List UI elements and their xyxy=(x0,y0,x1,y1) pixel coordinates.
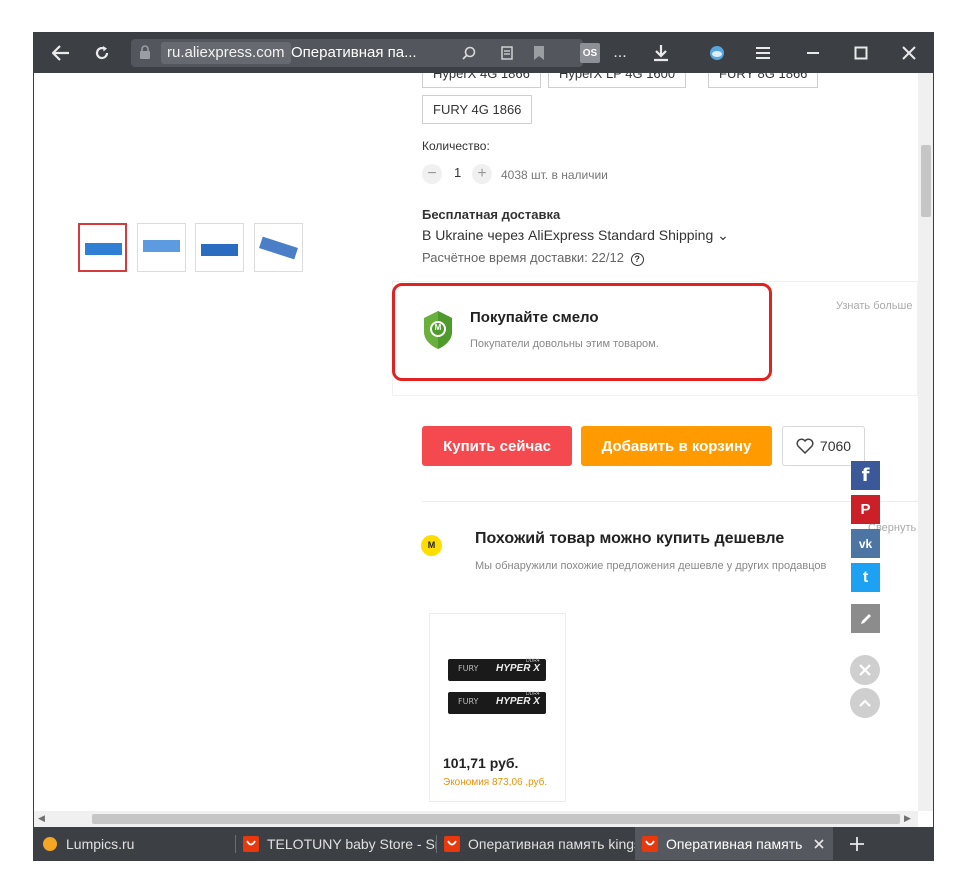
option-hyperx-4g-1866[interactable]: HyperX 4G 1866 xyxy=(422,73,541,88)
buy-now-button[interactable]: Купить сейчас xyxy=(422,426,572,466)
wishlist-button[interactable]: 7060 xyxy=(782,426,865,466)
tab-kingston-1[interactable]: Оперативная память kings xyxy=(437,827,635,860)
tab-bar: Lumpics.ru TELOTUNY baby Store - Sm Опер… xyxy=(34,827,933,860)
reload-icon[interactable] xyxy=(89,33,115,73)
tab-label: Lumpics.ru xyxy=(66,836,135,852)
thumbnail-4[interactable] xyxy=(254,223,303,272)
tab-label: TELOTUNY baby Store - Sm xyxy=(267,836,437,852)
menu-icon[interactable] xyxy=(750,33,776,73)
plus-icon xyxy=(850,837,864,851)
address-bar[interactable]: ru.aliexpress.com Оперативная па... xyxy=(131,39,583,67)
stock-text: 4038 шт. в наличии xyxy=(501,168,608,182)
new-tab-button[interactable] xyxy=(842,827,872,860)
close-tab-icon[interactable] xyxy=(814,839,824,849)
cheaper-badge-icon: M xyxy=(421,535,442,556)
minimize-icon[interactable] xyxy=(800,33,826,73)
tab-lumpics[interactable]: Lumpics.ru xyxy=(34,827,236,860)
thumbnail-2[interactable] xyxy=(137,223,186,272)
lumpics-favicon-icon xyxy=(43,837,57,851)
heart-icon xyxy=(796,438,814,454)
tab-label: Оперативная память kir xyxy=(666,836,806,852)
tab-telotuny[interactable]: TELOTUNY baby Store - Sm xyxy=(236,827,437,860)
twitter-share-icon[interactable]: t xyxy=(851,563,880,592)
maximize-icon[interactable] xyxy=(848,33,874,73)
aliexpress-favicon-icon xyxy=(444,836,460,852)
learn-more-link[interactable]: Узнать больше xyxy=(836,300,912,312)
facebook-share-icon[interactable]: f xyxy=(851,461,880,490)
close-window-icon[interactable] xyxy=(896,33,922,73)
url-domain[interactable]: ru.aliexpress.com xyxy=(161,42,291,64)
vertical-scrollbar[interactable] xyxy=(918,73,933,811)
cheaper-subtitle: Мы обнаружили похожие предложения дешевл… xyxy=(475,560,827,572)
thumbnail-1[interactable] xyxy=(78,223,127,272)
scroll-up-icon[interactable] xyxy=(850,688,880,718)
divider xyxy=(422,501,918,502)
option-fury-8g-1866[interactable]: FURY 8G 1866 xyxy=(708,73,819,88)
weather-icon[interactable] xyxy=(704,33,730,73)
quantity-label: Количество: xyxy=(422,139,490,153)
quantity-plus-button[interactable]: + xyxy=(472,164,492,184)
page-content: HyperX 4G 1866 HyperX LP 4G 1600 FURY 8G… xyxy=(34,73,918,811)
quantity-input[interactable]: 1 xyxy=(454,165,461,180)
bookmark-icon[interactable] xyxy=(529,43,549,63)
add-to-cart-button[interactable]: Добавить в корзину xyxy=(581,426,772,466)
aliexpress-favicon-icon xyxy=(642,836,658,852)
delivery-time: Расчётное время доставки: 22/12 ? xyxy=(422,250,644,266)
more-extensions-icon[interactable]: ... xyxy=(608,33,632,73)
shield-letter: M xyxy=(434,323,442,332)
back-icon[interactable] xyxy=(48,33,74,73)
buyer-protection-highlight: M Покупайте смело Покупатели довольны эт… xyxy=(392,283,772,381)
wishlist-count: 7060 xyxy=(819,438,852,454)
product-image-stick-1: FURY HYPER X DDR4 xyxy=(448,658,546,681)
tab-kingston-active[interactable]: Оперативная память kir xyxy=(635,827,833,860)
product-image-stick-2: FURY HYPER X DDR4 xyxy=(448,691,546,714)
scroll-right-icon[interactable]: ▶ xyxy=(904,813,911,824)
vk-share-icon[interactable]: vk xyxy=(851,529,880,558)
pinterest-share-icon[interactable]: P xyxy=(851,495,880,524)
delivery-time-text: Расчётное время доставки: 22/12 xyxy=(422,250,624,265)
horizontal-scrollbar[interactable]: ◀ ▶ xyxy=(34,811,918,827)
search-page-icon[interactable] xyxy=(459,43,479,63)
card-saving: Экономия 873,06 ,руб. xyxy=(443,777,548,788)
lock-icon xyxy=(140,45,150,59)
help-icon[interactable]: ? xyxy=(630,253,644,266)
reader-mode-icon[interactable] xyxy=(497,43,517,63)
vertical-scroll-thumb[interactable] xyxy=(921,145,931,217)
option-hyperx-lp-4g-1600[interactable]: HyperX LP 4G 1600 xyxy=(548,73,687,88)
quantity-minus-button[interactable]: − xyxy=(422,164,442,184)
browser-window: ru.aliexpress.com Оперативная па... OS .… xyxy=(33,32,934,861)
cheaper-product-card[interactable]: FURY HYPER X DDR4 FURY HYPER X DDR4 101,… xyxy=(429,613,566,802)
extension-os-icon[interactable]: OS xyxy=(580,43,600,63)
edit-pencil-icon[interactable] xyxy=(851,604,880,633)
shipping-title: Бесплатная доставка xyxy=(422,207,561,222)
cheaper-title: Похожий товар можно купить дешевле xyxy=(475,530,785,547)
aliexpress-favicon-icon xyxy=(243,836,259,852)
protection-subtitle: Покупатели довольны этим товаром. xyxy=(470,338,659,350)
thumbnail-3[interactable] xyxy=(195,223,244,272)
shipping-method[interactable]: В Ukraine через AliExpress Standard Ship… xyxy=(422,227,729,244)
close-share-icon[interactable] xyxy=(850,655,880,685)
protection-title: Покупайте смело xyxy=(470,309,599,326)
option-fury-4g-1866[interactable]: FURY 4G 1866 xyxy=(422,95,533,124)
page-title: Оперативная па... xyxy=(291,44,417,61)
card-price: 101,71 руб. xyxy=(443,755,519,771)
browser-toolbar: ru.aliexpress.com Оперативная па... OS .… xyxy=(34,33,933,73)
scroll-left-icon[interactable]: ◀ xyxy=(38,813,45,824)
tab-label: Оперативная память kings xyxy=(468,836,635,852)
download-icon[interactable] xyxy=(648,33,674,73)
horizontal-scroll-thumb[interactable] xyxy=(92,814,900,824)
